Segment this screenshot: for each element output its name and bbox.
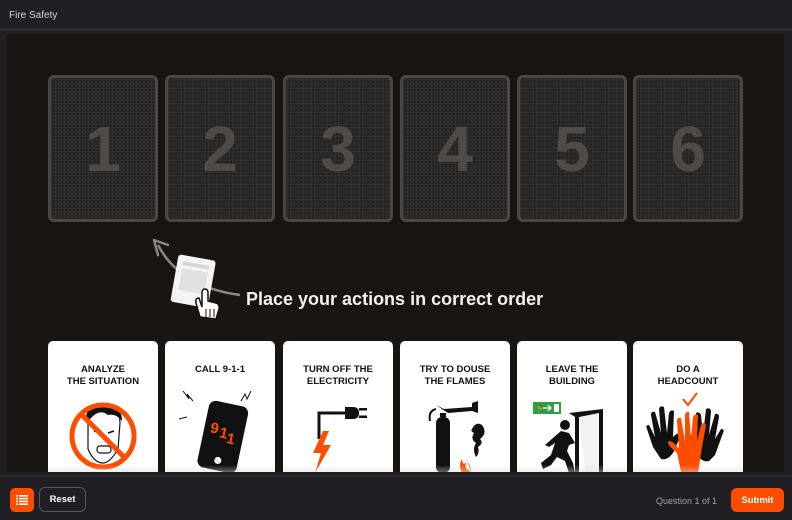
drop-slot-1[interactable]: 1 [48,75,158,222]
drop-slot-2[interactable]: 2 [165,75,275,222]
drop-slot-3[interactable]: 3 [283,75,393,222]
fire-extinguisher-icon [428,401,485,472]
drop-slot-4[interactable]: 4 [400,75,510,222]
card-label: TURN OFF THE ELECTRICITY [303,364,373,387]
card-label: DO A HEADCOUNT [657,364,719,387]
footer-bar: Reset Question 1 of 1 Submit [0,475,792,520]
card-label: LEAVE THE BUILDING [545,364,599,387]
slot-number: 4 [437,112,473,185]
action-card-analyze[interactable]: ANALYZE THE SITUATION [48,341,158,472]
top-bar: Fire Safety [0,0,792,31]
plug-lightning-icon [313,407,367,472]
action-card-douse-flames[interactable]: TRY TO DOUSE THE FLAMES [400,341,510,472]
instruction-text: Place your actions in correct order [246,289,544,309]
action-card-leave-building[interactable]: LEAVE THE BUILDING 🏃 [517,341,627,472]
activity-stage: 1 2 3 4 5 6 Place your actions in correc… [7,34,784,472]
slot-number: 1 [85,112,121,185]
phone-911-icon: 9 1 1 [178,391,252,472]
card-label: ANALYZE THE SITUATION [66,364,140,387]
action-card-electricity[interactable]: TURN OFF THE ELECTRICITY [283,341,393,472]
slot-number: 3 [320,112,356,185]
raised-hands-icon [646,392,724,472]
app-title: Fire Safety [9,10,58,21]
action-card-headcount[interactable]: DO A HEADCOUNT [633,341,743,472]
slot-number: 2 [202,112,238,185]
drop-slot-6[interactable]: 6 [633,75,743,222]
question-list-button[interactable] [10,488,34,512]
action-card-call-911[interactable]: CALL 9-1-1 9 1 1 [165,341,275,472]
instruction-hint: Place your actions in correct order [150,237,570,327]
list-icon [16,495,28,505]
submit-button[interactable]: Submit [731,488,784,512]
no-panic-icon [69,402,137,470]
card-label: CALL 9-1-1 [195,364,245,375]
question-counter: Question 1 of 1 [656,496,718,506]
reset-button[interactable]: Reset [39,487,86,512]
emergency-exit-icon: 🏃 [533,402,603,472]
drag-card-icon [152,238,241,320]
card-label: TRY TO DOUSE THE FLAMES [419,364,491,387]
slot-number: 6 [670,112,706,185]
slot-number: 5 [554,112,590,185]
drop-slot-5[interactable]: 5 [517,75,627,222]
svg-text:🏃: 🏃 [535,404,545,414]
